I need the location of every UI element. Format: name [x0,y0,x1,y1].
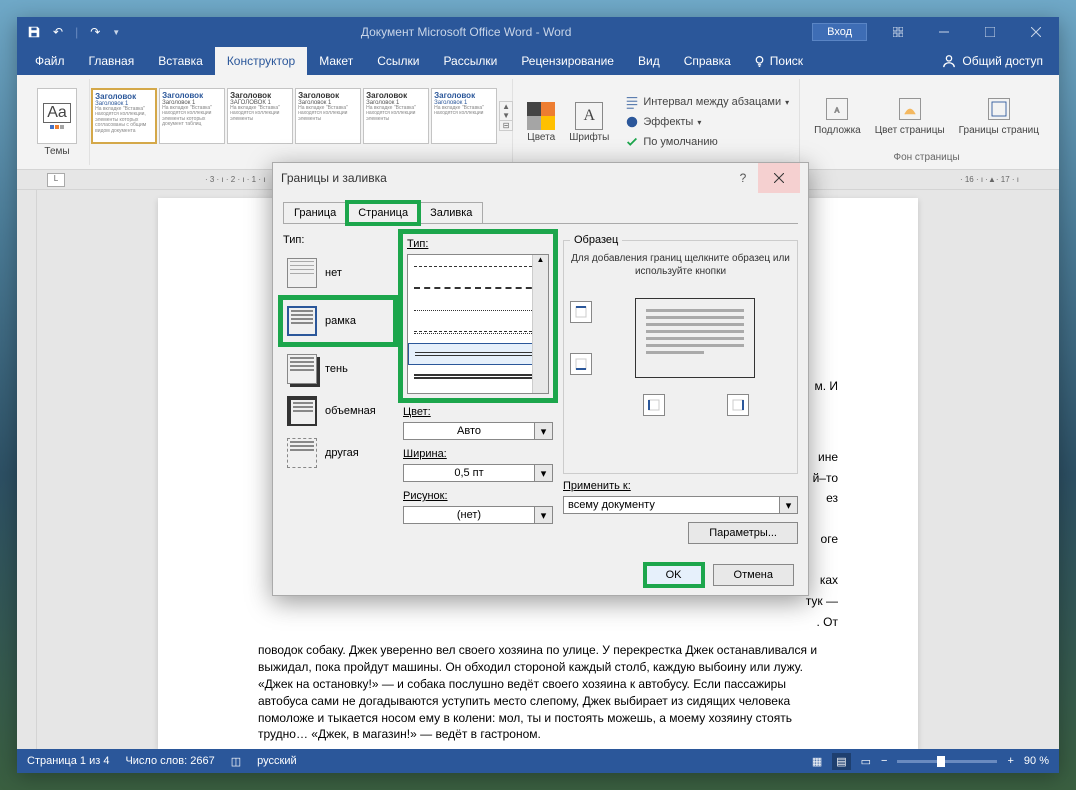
border-width-combo[interactable]: 0,5 пт ▾ [403,464,553,482]
spell-check-icon[interactable]: ◫ [231,755,241,768]
top-border-toggle[interactable] [570,301,592,323]
zoom-slider[interactable] [897,760,997,763]
search-button[interactable]: Поиск [743,47,813,75]
statusbar: Страница 1 из 4 Число слов: 2667 ◫ русск… [17,749,1059,773]
style-set-thumb[interactable]: ЗаголовокЗаголовок 1На вкладке "Вставка"… [159,88,225,144]
dialog-tab-shading[interactable]: Заливка [419,202,483,224]
close-button[interactable] [1013,17,1059,47]
login-button[interactable]: Вход [812,23,867,41]
border-preview[interactable] [635,298,755,378]
tab-layout[interactable]: Макет [307,47,365,75]
dialog-close-button[interactable] [758,163,800,193]
maximize-button[interactable] [967,17,1013,47]
dialog-help-button[interactable]: ? [728,163,758,193]
border-type-box[interactable]: рамка [283,300,393,342]
border-color-combo[interactable]: Авто ▾ [403,422,553,440]
ribbon-options-icon[interactable] [875,17,921,47]
style-set-thumb[interactable]: ЗаголовокЗаголовок 1На вкладке "Вставка"… [295,88,361,144]
apply-to-combo[interactable]: всему документу ▾ [563,496,798,514]
fonts-button[interactable]: AШрифты [563,100,615,145]
page-indicator[interactable]: Страница 1 из 4 [27,755,109,767]
apply-to-label: Применить к: [563,480,798,492]
tab-mailings[interactable]: Рассылки [431,47,509,75]
set-default-button[interactable]: По умолчанию [621,133,793,151]
tab-file[interactable]: Файл [23,47,77,75]
scrollbar[interactable]: ▲ [532,255,548,393]
read-mode-icon[interactable]: ▦ [812,755,822,768]
colors-button[interactable]: Цвета [521,100,561,145]
save-icon[interactable] [27,25,41,39]
zoom-level[interactable]: 90 % [1024,755,1049,767]
border-type-3d[interactable]: объемная [283,390,393,432]
effects-button[interactable]: Эффекты▾ [621,113,793,131]
sample-fieldset: Образец Для добавления границ щелкните о… [563,234,798,474]
vertical-ruler[interactable] [17,190,37,749]
close-icon [774,173,784,183]
border-art-combo[interactable]: (нет) ▾ [403,506,553,524]
dialog-tab-border[interactable]: Граница [283,202,347,224]
style-set-thumb[interactable]: ЗаголовокЗаголовок 1На вкладке "Вставка"… [363,88,429,144]
person-icon [942,54,956,68]
language-indicator[interactable]: русский [257,755,296,767]
share-button[interactable]: Общий доступ [942,47,1053,75]
themes-button[interactable]: Aa Темы [31,86,83,159]
chevron-down-icon: ▾ [535,506,553,524]
dialog-tabs: Граница Страница Заливка [273,193,808,223]
tab-references[interactable]: Ссылки [365,47,431,75]
window-title: Документ Microsoft Office Word - Word [120,25,812,39]
right-border-toggle[interactable] [727,394,749,416]
tab-view[interactable]: Вид [626,47,672,75]
zoom-out-button[interactable]: − [881,755,887,767]
tab-review[interactable]: Рецензирование [509,47,626,75]
style-gallery-more[interactable]: ▲▼⊟ [499,101,513,131]
dialog-tab-page[interactable]: Страница [347,202,419,224]
print-layout-icon[interactable]: ▤ [832,753,850,770]
border-type-none[interactable]: нет [283,252,393,294]
tab-help[interactable]: Справка [672,47,743,75]
tab-design[interactable]: Конструктор [215,47,307,75]
chevron-down-icon: ▾ [535,422,553,440]
svg-text:A: A [835,108,840,115]
tab-home[interactable]: Главная [77,47,147,75]
cancel-button[interactable]: Отмена [713,564,794,586]
undo-icon[interactable]: ↶ [53,25,63,39]
titlebar: ↶ | ↷ ▼ Документ Microsoft Office Word -… [17,17,1059,47]
ribbon: Aa Темы ЗаголовокЗаголовок 1На вкладке "… [17,75,1059,170]
lightbulb-icon [753,55,766,68]
borders-shading-dialog: Границы и заливка ? Граница Страница Зал… [272,162,809,596]
paragraph-spacing-button[interactable]: Интервал между абзацами▾ [621,93,793,111]
page-color-button[interactable]: Цвет страницы [869,93,951,138]
watermark-button[interactable]: AПодложка [808,93,867,138]
word-count[interactable]: Число слов: 2667 [125,755,214,767]
dialog-title: Границы и заливка [281,171,387,185]
border-type-shadow[interactable]: тень [283,348,393,390]
qat-dropdown-icon[interactable]: ▼ [112,28,120,37]
minimize-button[interactable] [921,17,967,47]
ok-button[interactable]: OK [645,564,703,586]
color-label: Цвет: [403,406,553,418]
width-label: Ширина: [403,448,553,460]
chevron-down-icon: ▾ [535,464,553,482]
art-label: Рисунок: [403,490,553,502]
bottom-border-toggle[interactable] [570,353,592,375]
web-layout-icon[interactable]: ▭ [861,755,871,768]
style-set-thumb[interactable]: ЗаголовокЗаголовок 1На вкладке "Вставка"… [431,88,497,144]
zoom-in-button[interactable]: + [1007,755,1013,767]
ribbon-tabs: Файл Главная Вставка Конструктор Макет С… [17,47,1059,75]
page-borders-button[interactable]: Границы страниц [953,93,1045,138]
tab-insert[interactable]: Вставка [146,47,215,75]
chevron-down-icon: ▾ [780,496,798,514]
left-border-toggle[interactable] [643,394,665,416]
style-set-thumb[interactable]: ЗаголовокЗАГОЛОВОК 1На вкладке "Вставка"… [227,88,293,144]
border-style-list[interactable]: ▲ [407,254,549,394]
style-set-thumb[interactable]: ЗаголовокЗаголовок 1На вкладке "Вставка"… [91,88,157,144]
type-section-label: Тип: [283,234,393,246]
redo-icon[interactable]: ↷ [90,25,100,39]
options-button[interactable]: Параметры... [688,522,798,544]
border-type-custom[interactable]: другая [283,432,393,474]
dialog-titlebar[interactable]: Границы и заливка ? [273,163,808,193]
sample-hint: Для добавления границ щелкните образец и… [570,252,791,278]
style-label: Тип: [407,238,549,250]
tab-selector[interactable]: L [47,173,65,187]
